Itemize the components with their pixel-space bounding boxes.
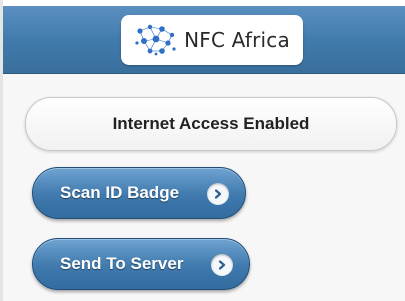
- scan-id-badge-button[interactable]: Scan ID Badge: [32, 167, 246, 219]
- chevron-right-icon: [207, 183, 229, 205]
- logo: NFC Africa: [121, 15, 303, 65]
- bottom-edge: [3, 295, 405, 301]
- send-to-server-label: Send To Server: [60, 254, 184, 273]
- nfc-africa-logo-icon: [135, 24, 176, 56]
- chevron-right-icon: [211, 254, 233, 276]
- scan-id-badge-label: Scan ID Badge: [60, 183, 180, 202]
- send-to-server-button[interactable]: Send To Server: [32, 238, 250, 290]
- header-bar: NFC Africa: [3, 6, 405, 74]
- internet-status-bar: Internet Access Enabled: [25, 97, 397, 151]
- logo-text: NFC Africa: [184, 28, 290, 52]
- internet-status-label: Internet Access Enabled: [112, 114, 310, 133]
- app-window: NFC Africa Internet Access Enabled Scan …: [0, 0, 405, 301]
